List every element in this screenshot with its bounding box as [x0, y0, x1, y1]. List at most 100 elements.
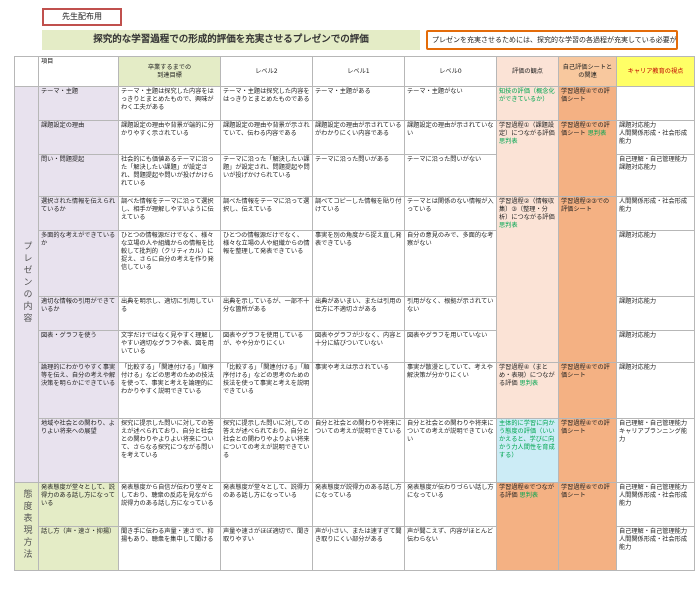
level0-cell: 自分と社会との関わりや将来についての考えが説明できていない: [404, 418, 497, 483]
career-cell: 課題対応能力: [616, 330, 695, 363]
table-row: 課題設定の理由 課題設定の理由や背景が端的に分かりやすく示されている 課題設定の…: [15, 120, 695, 197]
row-item: 図表・グラフを使う: [38, 330, 119, 363]
view-cell: 主体的に学習に向かう態度の評価（いいかえると、学びに向かう力人間性を育成する）: [496, 418, 559, 483]
view-cell: 学習過程①（課題設定）につながる評価 思判表: [496, 120, 559, 197]
level1-cell: 課題設定の理由が示されているがわかりにくい内容である: [312, 120, 405, 155]
level1-cell: 調べてコピーした情報を貼り付けている: [312, 196, 405, 231]
sheet-cell: 学習過程②③での評価シート: [558, 196, 617, 363]
header-goal: 卒業するまでの 到達目標: [118, 56, 221, 87]
career-cell: 人間関係形成・社会形成能力: [616, 196, 695, 231]
header-evaluation-view: 評価の観点: [496, 56, 559, 87]
view-cell: 知技の評価（概念化ができているか）: [496, 86, 559, 121]
goal-cell: ひとつの情報源だけでなく、様々な立場の人や組織からの情報を比較して批判的（クリテ…: [118, 230, 221, 297]
level2-cell: 「比較する」「関連付ける」「順序付ける」などの思考のための技法を使って事実と考え…: [220, 362, 313, 419]
level1-cell: テーマに沿った問いがある: [312, 154, 405, 197]
header-row: 項目 卒業するまでの 到達目標 レベル2 レベル1 レベル0 評価の観点 自己評…: [14, 56, 695, 87]
level0-cell: テーマとは関係のない情報が入っている: [404, 196, 497, 231]
sheet-cell: 学習過程④での評価シート: [558, 362, 617, 419]
header-level0: レベル0: [404, 56, 497, 87]
goal-cell: テーマ・主題は探究した内容をはっきりとまとめたもので、興味がわく工夫がある: [118, 86, 221, 121]
sheet-cell: 学習過程①での評価シート 思判表: [558, 120, 617, 197]
level2-cell: テーマに沿った「解決したい課題」が設定され、問題提起や問いが投げかけられている: [220, 154, 313, 197]
callout-note: プレゼンを充実させるためには、探究的な学習の各過程が充実している必要がある: [426, 30, 678, 50]
level1-cell: 事実を別の角度から捉え直し発表できている: [312, 230, 405, 297]
level2-cell: 調べた情報をテーマに沿って選択し、伝えている: [220, 196, 313, 231]
level2-cell: ひとつの情報源だけでなく、様々な立場の人や組織からの情報を整理して発表できている: [220, 230, 313, 297]
level2-cell: 声量や速さがほぼ適切で、聞き取りやすい: [220, 526, 313, 571]
career-cell: 課題対応能力: [616, 230, 695, 297]
view-cell: 学習過程④（まとめ・表現）につながる評価 思判表: [496, 362, 559, 419]
career-cell: 自己理解・自己管理能力 キャリアプランニング能力: [616, 418, 695, 483]
career-cell: 自己理解・自己管理能力 人間関係形成・社会形成能力: [616, 526, 695, 571]
career-cell: 課題対応能力 人間関係形成・社会形成能力: [616, 120, 695, 155]
distribution-tag: 先生配布用: [42, 8, 122, 26]
header-level2: レベル2: [220, 56, 313, 87]
header-level1: レベル1: [312, 56, 405, 87]
header-career-view: キャリア教育の視点: [616, 56, 695, 87]
level1-cell: 自分と社会との関わりや将来についての考えが説明できている: [312, 418, 405, 483]
career-cell: 課題対応能力: [616, 296, 695, 331]
rubric-table: 項目 卒業するまでの 到達目標 レベル2 レベル1 レベル0 評価の観点 自己評…: [14, 56, 695, 571]
level0-cell: 図表やグラフを用いていない: [404, 330, 497, 363]
sheet-cell: 学習過程④での評価シート: [558, 418, 617, 483]
row-item: 多面的な考えができているか: [38, 230, 119, 297]
row-item: テーマ・主題: [38, 86, 119, 121]
level0-cell: テーマ・主題がない: [404, 86, 497, 121]
sheet-cell: 学習過程⑥での評価シート: [558, 482, 617, 571]
level2-cell: 出典を示しているが、一部不十分な箇所がある: [220, 296, 313, 331]
level2-cell: 課題設定の理由や背景が示されていて、伝わる内容である: [220, 120, 313, 155]
level0-cell: 引用がなく、根拠が示されていない: [404, 296, 497, 331]
level0-cell: 発表態度が伝わりづらい話し方になっている: [404, 482, 497, 527]
table-row: 選択された情報を伝えられているか 調べた情報をテーマに沿って選択し、相手が理解し…: [15, 196, 695, 363]
level0-cell: テーマに沿った問いがない: [404, 154, 497, 197]
row-item: 話し方（声・速さ・抑揚）: [38, 526, 119, 571]
table-row: 地域や社会との関わり、よりよい将来への展望 探究に提示した問いに対しての答えが述…: [15, 418, 695, 483]
sheet-cell: 学習過程④での評価シート: [558, 86, 617, 121]
header-item: 項目: [38, 56, 119, 87]
level1-cell: 発表態度が説得力のある話し方になっている: [312, 482, 405, 527]
category-presentation: プレゼンの内容: [14, 86, 39, 483]
career-cell: [616, 86, 695, 121]
goal-cell: 調べた情報をテーマに沿って選択し、相手が理解しやすいように伝えている: [118, 196, 221, 231]
header-blank: [14, 56, 39, 87]
row-item: 適切な情報の引用ができているか: [38, 296, 119, 331]
goal-cell: 「比較する」「関連付ける」「順序付ける」などの思考のための技法を使って、事実と考…: [118, 362, 221, 419]
career-cell: 自己理解・自己管理能力 人間関係形成・社会形成能力: [616, 482, 695, 527]
level1-cell: 事実や考えは示されている: [312, 362, 405, 419]
table-row: 論理的にわかりやすく事実等を伝え、自分の考えや解決策を明らかにできている 「比較…: [15, 362, 695, 419]
category-attitude: 態度表現方法: [14, 482, 39, 571]
career-cell: 課題対応能力: [616, 362, 695, 419]
level0-cell: 事実が散漫としていて、考えや解決策が分かりにくい: [404, 362, 497, 419]
row-item: 発表態度が堂々として、説得力のある話し方になっている: [38, 482, 119, 527]
level2-cell: 図表やグラフを使用しているが、やや分かりにくい: [220, 330, 313, 363]
goal-cell: 出典を明示し、適切に引用している: [118, 296, 221, 331]
level0-cell: 課題設定の理由が示されていない: [404, 120, 497, 155]
goal-cell: 文字だけではなく見やすく理解しやすい適切なグラフや表、図を用いている: [118, 330, 221, 363]
goal-cell: 発表態度から自信が伝わり堂々としており、聴衆の反応を見ながら説得力のある話し方に…: [118, 482, 221, 527]
table-row: 態度表現方法 発表態度が堂々として、説得力のある話し方になっている 発表態度から…: [14, 482, 695, 571]
career-cell: 自己理解・自己管理能力 課題対応能力: [616, 154, 695, 197]
level0-cell: 声が聞こえず、内容がほとんど伝わらない: [404, 526, 497, 571]
goal-cell: 聞き手に伝わる声量・速さで、抑揚もあり、聴衆を集中して聞ける: [118, 526, 221, 571]
row-item: 地域や社会との関わり、よりよい将来への展望: [38, 418, 119, 483]
header-self-eval-sheet: 自己評価シートとの関連: [558, 56, 617, 87]
level2-cell: テーマ・主題は探究した内容をはっきりとまとめたものである: [220, 86, 313, 121]
goal-cell: 課題設定の理由や背景が端的に分かりやすく示されている: [118, 120, 221, 155]
row-item: 選択された情報を伝えられているか: [38, 196, 119, 231]
table-row: プレゼンの内容 テーマ・主題 テーマ・主題は探究した内容をはっきりとまとめたもの…: [14, 86, 695, 483]
level2-cell: 探究に提示した問いに対しての答えが述べられており、自分と社会との関わりやよりよい…: [220, 418, 313, 483]
goal-cell: 社会的にも価値あるテーマに沿った「解決したい課題」が設定され、問題提起や問いが投…: [118, 154, 221, 197]
view-cell: 学習過程②（情報収集）③（整理・分析）につながる評価 思判表: [496, 196, 559, 363]
level1-cell: 声が小さい、または速すぎて聞き取りにくい部分がある: [312, 526, 405, 571]
level1-cell: 図表やグラフが少なく、内容と十分に結びついていない: [312, 330, 405, 363]
level2-cell: 発表態度が堂々として、説得力のある話し方になっている: [220, 482, 313, 527]
row-item: 論理的にわかりやすく事実等を伝え、自分の考えや解決策を明らかにできている: [38, 362, 119, 419]
row-item: 問い・問題提起: [38, 154, 119, 197]
page-title: 探究的な学習過程での形成的評価を充実させるプレゼンでの評価: [42, 30, 420, 50]
row-item: 課題設定の理由: [38, 120, 119, 155]
level1-cell: 出典があいまい、または引用の仕方に不適切さがある: [312, 296, 405, 331]
level0-cell: 自分の意見のみで、多面的な考察がない: [404, 230, 497, 297]
view-cell: 学習過程⑥でつながる評価 思判表: [496, 482, 559, 571]
level1-cell: テーマ・主題がある: [312, 86, 405, 121]
goal-cell: 探究に提示した問いに対しての答えが述べられており、自分と社会との関わりやよりよい…: [118, 418, 221, 483]
